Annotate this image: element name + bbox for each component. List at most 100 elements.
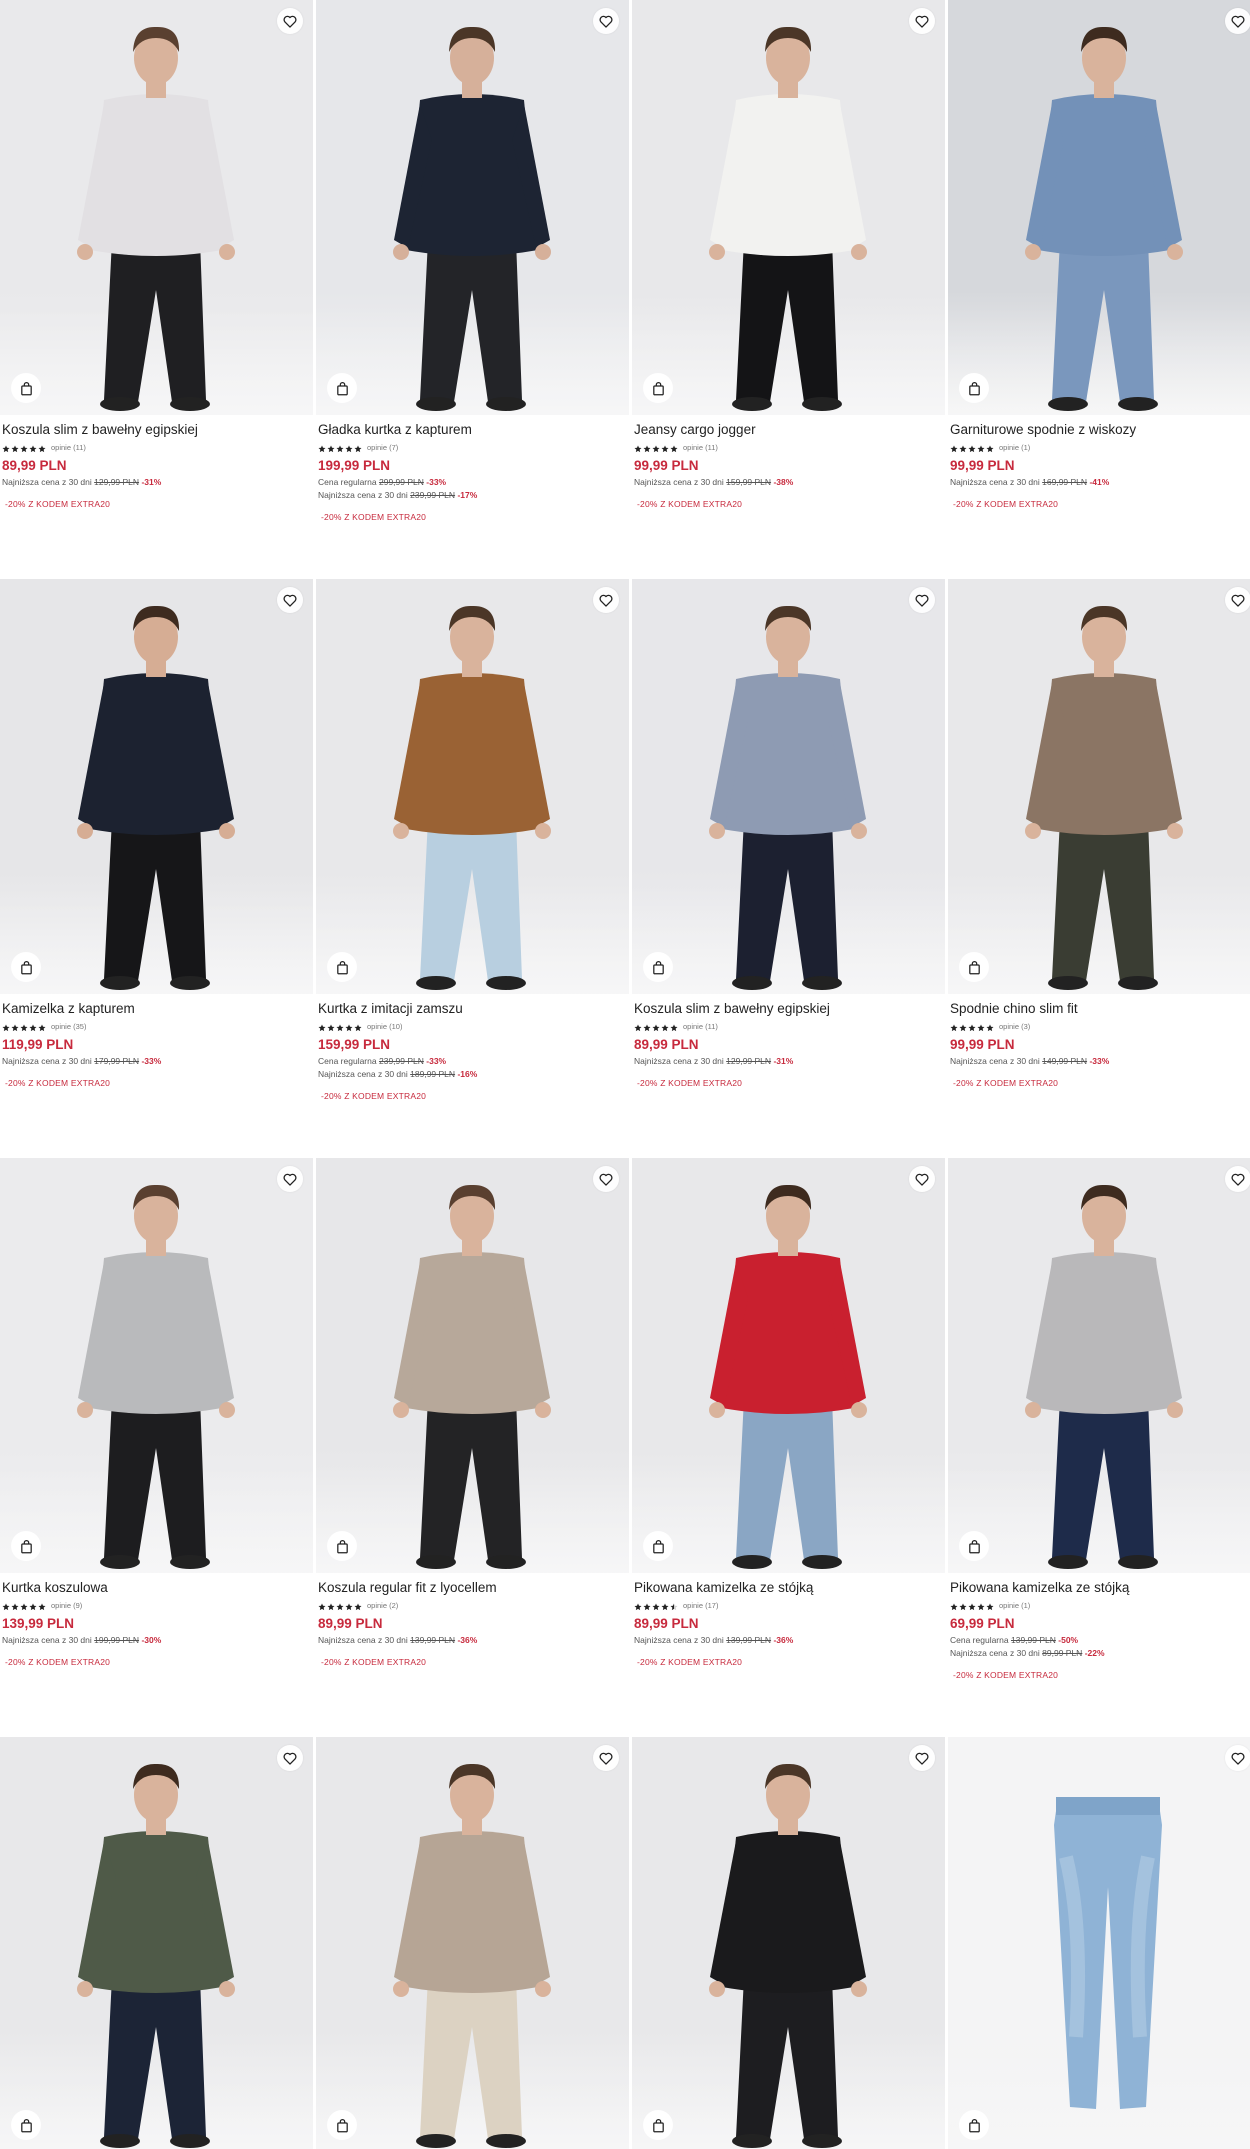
add-to-bag-icon[interactable] xyxy=(11,952,41,982)
product-price: 99,99 PLN xyxy=(634,458,699,473)
product-name[interactable]: Kamizelka z kapturem xyxy=(2,1001,311,1017)
favorite-heart-icon[interactable] xyxy=(909,8,935,34)
product-card[interactable]: Kurtka koszulowa opinie (9) 139,99 PLN Najn… xyxy=(0,1158,313,1667)
product-name[interactable]: Gładka kurtka z kapturem xyxy=(318,422,627,438)
product-info: Kurtka koszulowa opinie (9) 139,99 PLN Najn… xyxy=(0,1573,313,1667)
product-image[interactable] xyxy=(0,579,313,994)
promo-code: -20% Z KODEM EXTRA20 xyxy=(637,499,743,509)
product-name[interactable]: Jeansy cargo jogger xyxy=(634,422,943,438)
product-card[interactable] xyxy=(0,1737,313,2149)
rating-stars xyxy=(950,1017,995,1036)
add-to-bag-icon[interactable] xyxy=(327,952,357,982)
favorite-heart-icon[interactable] xyxy=(1225,1166,1250,1192)
product-price: 119,99 PLN xyxy=(2,1037,74,1052)
favorite-heart-icon[interactable] xyxy=(277,1166,303,1192)
product-card[interactable] xyxy=(632,1737,945,2149)
product-image[interactable] xyxy=(632,579,945,994)
product-name[interactable]: Spodnie chino slim fit xyxy=(950,1001,1250,1017)
add-to-bag-icon[interactable] xyxy=(643,2110,673,2140)
product-card[interactable] xyxy=(948,1737,1250,2149)
rating-stars xyxy=(2,438,47,457)
favorite-heart-icon[interactable] xyxy=(1225,8,1250,34)
product-card[interactable]: Kamizelka z kapturem opinie (35) 119,99 PL… xyxy=(0,579,313,1088)
product-name[interactable]: Koszula slim z bawełny egipskiej xyxy=(2,422,311,438)
star-icon xyxy=(318,1596,327,1615)
product-image[interactable] xyxy=(948,579,1250,994)
product-card[interactable]: Gładka kurtka z kapturem opinie (7) 199,99… xyxy=(316,0,629,522)
add-to-bag-icon[interactable] xyxy=(327,1531,357,1561)
product-card[interactable]: Spodnie chino slim fit opinie (3) 99,99 PL… xyxy=(948,579,1250,1088)
price-history-label: Najniższa cena z 30 dni xyxy=(2,1635,92,1645)
add-to-bag-icon[interactable] xyxy=(327,373,357,403)
product-card[interactable]: Pikowana kamizelka ze stójką opinie (1) 69… xyxy=(948,1158,1250,1680)
favorite-heart-icon[interactable] xyxy=(1225,587,1250,613)
add-to-bag-icon[interactable] xyxy=(959,1531,989,1561)
star-icon xyxy=(38,1596,47,1615)
favorite-heart-icon[interactable] xyxy=(593,1745,619,1771)
star-icon xyxy=(634,1017,643,1036)
favorite-heart-icon[interactable] xyxy=(277,587,303,613)
product-image[interactable] xyxy=(316,1737,629,2149)
product-card[interactable]: Koszula regular fit z lyocellem opinie (2… xyxy=(316,1158,629,1667)
product-card[interactable]: Koszula slim z bawełny egipskiej opinie (… xyxy=(0,0,313,509)
add-to-bag-icon[interactable] xyxy=(11,1531,41,1561)
add-to-bag-icon[interactable] xyxy=(959,952,989,982)
product-image[interactable] xyxy=(0,1737,313,2149)
product-image[interactable] xyxy=(0,1158,313,1573)
favorite-heart-icon[interactable] xyxy=(593,587,619,613)
price-history: Najniższa cena z 30 dni 179,99 PLN -33% xyxy=(2,1056,311,1067)
rating-stars xyxy=(2,1017,47,1036)
product-image[interactable] xyxy=(632,0,945,415)
product-card[interactable]: Pikowana kamizelka ze stójką opinie (17) 8… xyxy=(632,1158,945,1667)
favorite-heart-icon[interactable] xyxy=(277,1745,303,1771)
product-name[interactable]: Koszula regular fit z lyocellem xyxy=(318,1580,627,1596)
product-image[interactable] xyxy=(316,0,629,415)
product-card[interactable]: Jeansy cargo jogger opinie (11) 99,99 PLN N… xyxy=(632,0,945,509)
add-to-bag-icon[interactable] xyxy=(643,952,673,982)
rating: opinie (11) xyxy=(634,1021,943,1032)
star-icon xyxy=(634,438,643,457)
product-card[interactable]: Koszula slim z bawełny egipskiej opinie (… xyxy=(632,579,945,1088)
favorite-heart-icon[interactable] xyxy=(1225,1745,1250,1771)
star-icon xyxy=(327,1017,336,1036)
product-card[interactable] xyxy=(316,1737,629,2149)
product-image[interactable] xyxy=(316,579,629,994)
add-to-bag-icon[interactable] xyxy=(11,2110,41,2140)
product-price: 199,99 PLN xyxy=(318,458,391,473)
product-image[interactable] xyxy=(948,1737,1250,2149)
price-history: Najniższa cena z 30 dni 129,99 PLN -31% xyxy=(634,1056,943,1067)
add-to-bag-icon[interactable] xyxy=(11,373,41,403)
product-image[interactable] xyxy=(632,1158,945,1573)
product-info: Pikowana kamizelka ze stójką opinie (17) 8… xyxy=(632,1573,945,1667)
product-image[interactable] xyxy=(948,1158,1250,1573)
product-name[interactable]: Pikowana kamizelka ze stójką xyxy=(634,1580,943,1596)
product-image[interactable] xyxy=(948,0,1250,415)
product-info: Gładka kurtka z kapturem opinie (7) 199,99… xyxy=(316,415,629,522)
favorite-heart-icon[interactable] xyxy=(593,1166,619,1192)
add-to-bag-icon[interactable] xyxy=(959,373,989,403)
product-card[interactable]: Garniturowe spodnie z wiskozy opinie (1) 9… xyxy=(948,0,1250,509)
product-name[interactable]: Garniturowe spodnie z wiskozy xyxy=(950,422,1250,438)
favorite-heart-icon[interactable] xyxy=(909,587,935,613)
product-name[interactable]: Kurtka koszulowa xyxy=(2,1580,311,1596)
product-card[interactable]: Kurtka z imitacji zamszu opinie (10) 159,9… xyxy=(316,579,629,1101)
favorite-heart-icon[interactable] xyxy=(277,8,303,34)
favorite-heart-icon[interactable] xyxy=(593,8,619,34)
star-icon xyxy=(950,438,959,457)
add-to-bag-icon[interactable] xyxy=(327,2110,357,2140)
product-image[interactable] xyxy=(0,0,313,415)
product-image[interactable] xyxy=(316,1158,629,1573)
product-name[interactable]: Kurtka z imitacji zamszu xyxy=(318,1001,627,1017)
star-icon xyxy=(959,438,968,457)
add-to-bag-icon[interactable] xyxy=(643,1531,673,1561)
favorite-heart-icon[interactable] xyxy=(909,1166,935,1192)
star-icon xyxy=(968,438,977,457)
product-image[interactable] xyxy=(632,1737,945,2149)
product-name[interactable]: Pikowana kamizelka ze stójką xyxy=(950,1580,1250,1596)
product-name[interactable]: Koszula slim z bawełny egipskiej xyxy=(634,1001,943,1017)
favorite-heart-icon[interactable] xyxy=(909,1745,935,1771)
add-to-bag-icon[interactable] xyxy=(643,373,673,403)
discount-percent: -22% xyxy=(1084,1648,1105,1658)
price-history: Najniższa cena z 30 dni 239,99 PLN -17% xyxy=(318,490,627,501)
add-to-bag-icon[interactable] xyxy=(959,2110,989,2140)
